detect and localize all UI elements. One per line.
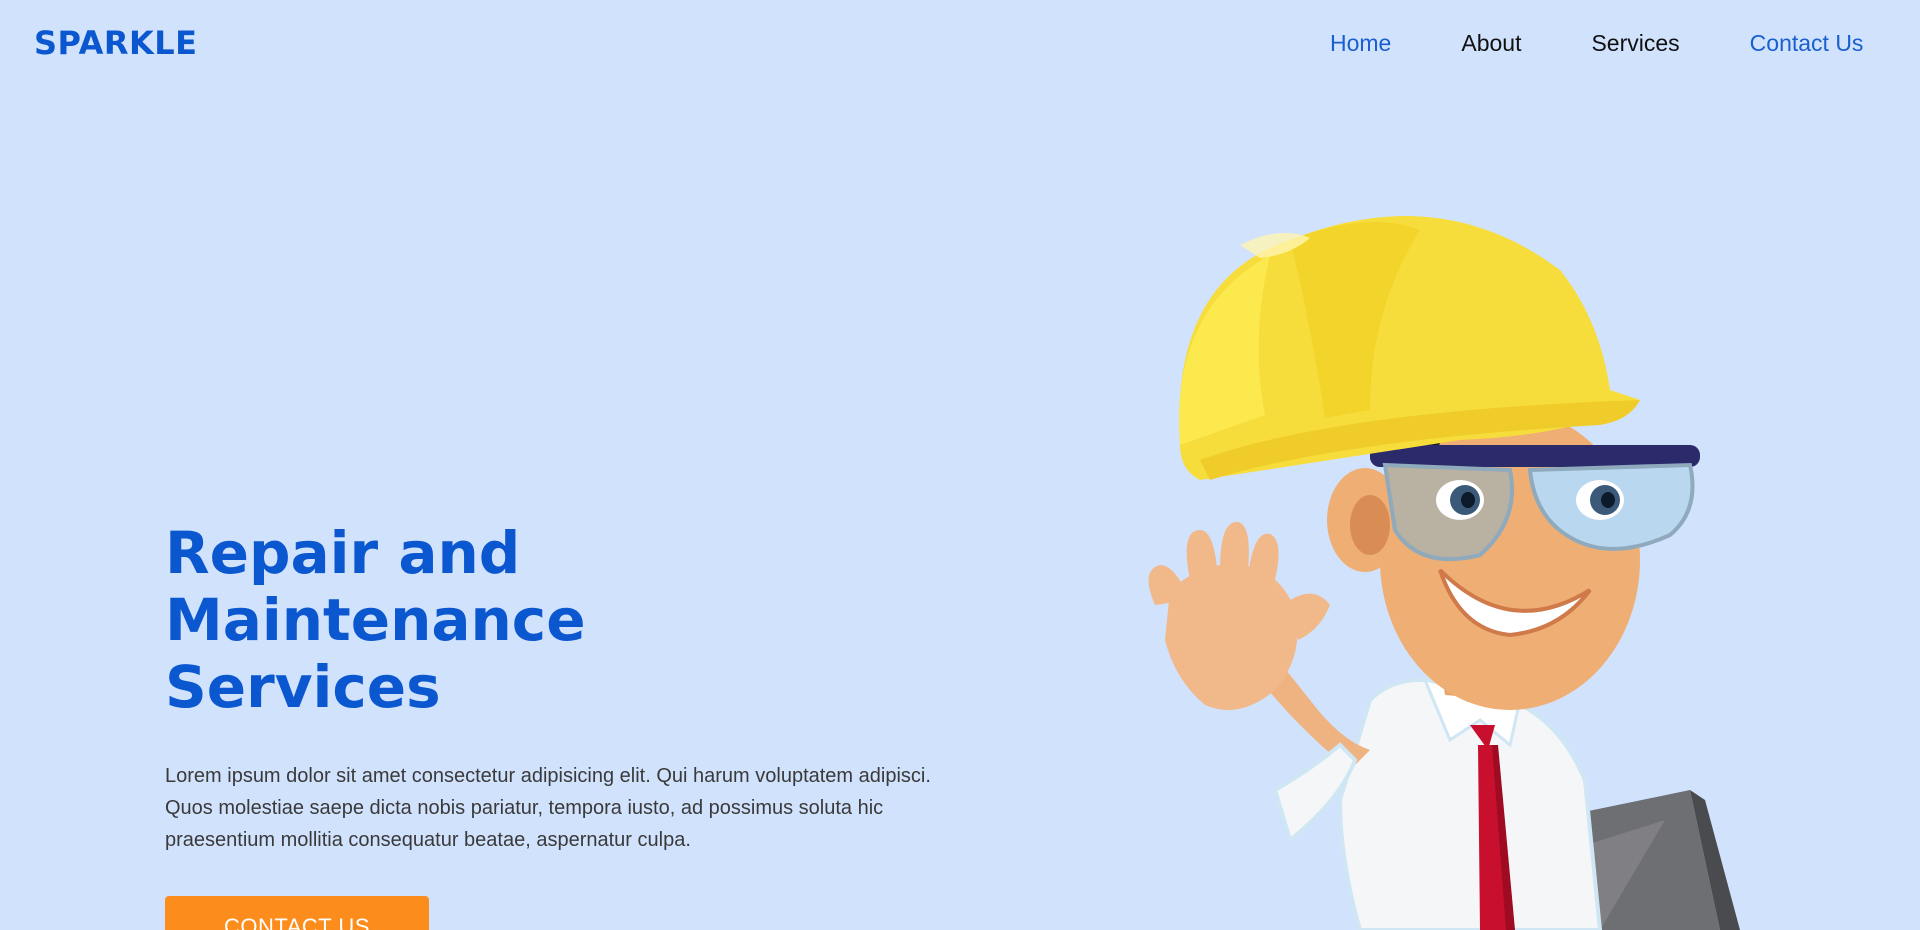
hero-description: Lorem ipsum dolor sit amet consectetur a…: [165, 765, 931, 851]
hero-title-line: Maintenance: [165, 586, 586, 654]
hero-title-line: Services: [165, 653, 441, 721]
contact-us-button[interactable]: CONTACT US: [165, 896, 429, 930]
brand-logo[interactable]: SPARKLE: [34, 24, 198, 62]
nav-link-contact-us[interactable]: Contact Us: [1750, 30, 1864, 57]
hero-title: Repair and Maintenance Services: [165, 520, 685, 721]
hero-title-line: Repair and: [165, 519, 521, 587]
main-nav: Home About Services Contact Us: [1330, 30, 1863, 57]
nav-link-about[interactable]: About: [1461, 30, 1521, 57]
waving-hand-icon: [1148, 521, 1330, 710]
landing-page: SPARKLE Home About Services Contact Us R…: [0, 0, 1920, 930]
worker-hardhat-waving-icon: [1148, 216, 1740, 930]
nav-link-home[interactable]: Home: [1330, 30, 1391, 57]
nav-link-services[interactable]: Services: [1591, 30, 1679, 57]
